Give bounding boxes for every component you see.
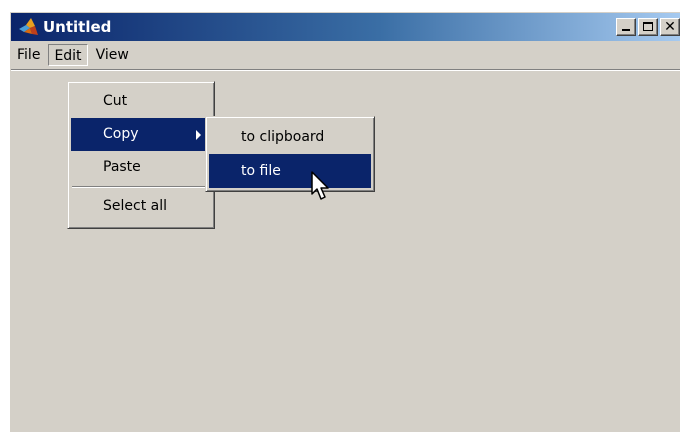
menu-item-paste[interactable]: Paste	[71, 151, 211, 184]
submenu-item-label: to file	[241, 163, 281, 179]
minimize-button[interactable]	[616, 18, 636, 36]
close-button[interactable]	[660, 18, 680, 36]
matlab-logo-icon	[19, 18, 38, 35]
menu-item-cut[interactable]: Cut	[71, 85, 211, 118]
window-title: Untitled	[43, 18, 112, 36]
close-icon	[661, 19, 679, 35]
minimize-icon	[622, 29, 630, 31]
menubar-divider	[11, 69, 680, 71]
menu-view[interactable]: View	[90, 44, 135, 66]
window-controls	[616, 18, 680, 36]
edit-menu-dropdown: Cut Copy Paste Select all	[67, 81, 215, 229]
maximize-button[interactable]	[638, 18, 658, 36]
menu-edit[interactable]: Edit	[48, 44, 88, 66]
menu-bar: File Edit View	[11, 43, 680, 67]
menu-item-label: Paste	[103, 159, 141, 175]
menu-file[interactable]: File	[11, 44, 46, 66]
menu-separator	[72, 186, 210, 188]
menu-item-select-all[interactable]: Select all	[71, 190, 211, 223]
submenu-item-label: to clipboard	[241, 129, 325, 145]
title-bar[interactable]: Untitled	[11, 13, 680, 41]
mouse-pointer-icon	[311, 171, 329, 200]
copy-submenu: to clipboard to file	[205, 116, 375, 192]
application-window: Untitled File Edit View Cut Copy Paste	[10, 12, 680, 432]
menu-item-copy[interactable]: Copy	[71, 118, 211, 151]
menu-item-label: Cut	[103, 93, 128, 109]
submenu-item-to-clipboard[interactable]: to clipboard	[209, 120, 371, 154]
menu-item-label: Select all	[103, 198, 167, 214]
submenu-arrow-icon	[196, 130, 201, 140]
submenu-item-to-file[interactable]: to file	[209, 154, 371, 188]
menu-item-label: Copy	[103, 126, 139, 142]
maximize-icon	[643, 22, 653, 31]
